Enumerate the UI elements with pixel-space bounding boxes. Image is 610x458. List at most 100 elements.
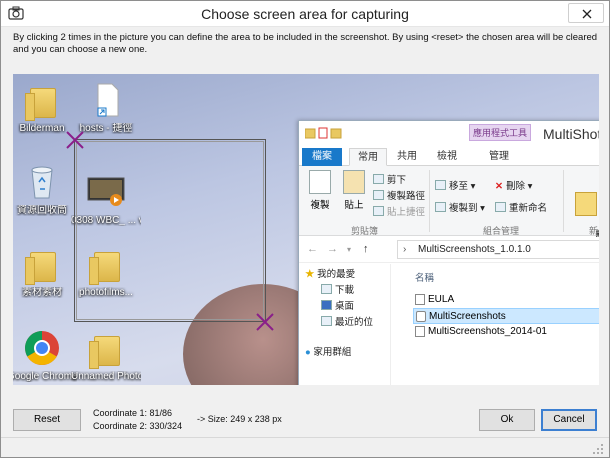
bottom-bar: Reset Coordinate 1: 81/86 Coordinate 2: …: [1, 399, 609, 437]
explorer-window-name: MultiShots: [543, 126, 599, 142]
close-button[interactable]: [568, 3, 604, 23]
nav-favorites[interactable]: ★ 我的最愛: [305, 266, 355, 280]
end-point-marker-icon: [256, 313, 274, 331]
screenshot-preview[interactable]: Bilderman hosts - 捷徑 資源回收筒 0308 WBC_ ...…: [13, 74, 599, 385]
copy-to-label: 複製到: [449, 203, 478, 214]
nav-label: 家用群組: [313, 347, 352, 358]
copy-to-icon: [435, 202, 446, 212]
ribbon-separator: [429, 170, 430, 232]
desktop-icon-chrome[interactable]: Google Chrome: [13, 328, 77, 382]
resize-grip-icon[interactable]: [592, 443, 604, 455]
up-icon[interactable]: ↑: [363, 243, 369, 255]
tab-share[interactable]: 共用: [389, 148, 425, 166]
file-row[interactable]: MultiScreenshots_2014-01: [413, 324, 599, 340]
move-to-icon: [435, 180, 446, 190]
ribbon-tab-bar: 檔案 常用 共用 檢視 管理: [299, 147, 599, 166]
start-point-marker-icon: [66, 131, 84, 149]
delete-button[interactable]: ✕ 刪除 ▾: [495, 178, 532, 192]
nav-homegroup[interactable]: ● 家用群組: [305, 344, 351, 358]
cut-button[interactable]: 剪下: [373, 172, 406, 186]
new-folder-icon: [575, 192, 597, 216]
nav-recent[interactable]: 最近的位: [321, 314, 373, 328]
breadcrumb-chevron-icon: ›: [403, 244, 407, 255]
desktop-icon: [321, 300, 332, 310]
copy-button[interactable]: 複製: [305, 170, 335, 211]
tab-file[interactable]: 檔案: [302, 148, 342, 166]
file-name: EULA: [428, 294, 455, 305]
coordinate-2: Coordinate 2: 330/324: [93, 421, 183, 431]
selection-rectangle-inner: [76, 141, 264, 320]
paste-icon: [343, 170, 365, 194]
folder-icon: [25, 252, 56, 285]
tab-home[interactable]: 常用: [349, 148, 387, 166]
desktop-icon-label: Google Chrome: [13, 371, 77, 382]
copy-label: 複製: [310, 200, 330, 211]
file-name: MultiScreenshots: [429, 311, 506, 322]
window-title: Choose screen area for capturing: [201, 6, 409, 22]
instructions-text: By clicking 2 times in the picture you c…: [13, 32, 598, 55]
forward-icon[interactable]: →: [327, 243, 338, 255]
document-icon: [415, 326, 425, 337]
rename-button[interactable]: 重新命名: [495, 200, 547, 214]
address-path: MultiScreenshots_1.0.1.0: [418, 244, 531, 255]
paste-shortcut-icon: [373, 206, 384, 216]
rename-icon: [495, 202, 506, 212]
close-icon: [582, 9, 592, 19]
scissors-icon: [373, 174, 384, 184]
delete-label: 刪除: [505, 181, 525, 192]
recent-locations-icon[interactable]: ▾: [347, 245, 351, 254]
desktop-icon-hosts[interactable]: hosts - 捷徑: [71, 80, 141, 134]
paste-shortcut-button[interactable]: 貼上捷徑: [373, 204, 425, 218]
back-icon[interactable]: ←: [307, 243, 318, 255]
copy-path-button[interactable]: 複製路徑: [373, 188, 425, 202]
nav-label: 下載: [335, 285, 355, 296]
camera-icon: [416, 311, 426, 322]
desktop-icon-material[interactable]: 素材素材: [13, 244, 77, 298]
folder-icon: [89, 336, 120, 369]
paste-button[interactable]: 貼上: [339, 170, 369, 211]
tab-manage[interactable]: 管理: [479, 148, 519, 166]
desktop-icon-unnamed[interactable]: Unnamed PhotoFilm...: [71, 328, 141, 382]
file-row[interactable]: EULA: [413, 292, 599, 308]
ribbon-separator: [563, 170, 564, 232]
context-tab-app-tools[interactable]: 應用程式工具: [469, 124, 531, 141]
group-new: 新: [589, 226, 599, 236]
document-icon: [415, 294, 425, 305]
column-header-name[interactable]: 名稱: [415, 270, 434, 284]
navigation-pane: ★ 我的最愛 下載 桌面 最近的位 ● 家用群組: [299, 264, 391, 385]
group-clipboard: 剪貼簿: [351, 226, 379, 236]
nav-desktop[interactable]: 桌面: [321, 298, 354, 312]
nav-downloads[interactable]: 下載: [321, 282, 354, 296]
folder-icon: [304, 127, 342, 139]
shortcut-file-icon: [97, 83, 119, 117]
quick-access-toolbar: [304, 127, 345, 142]
explorer-title-bar: 應用程式工具 MultiShots: [299, 121, 599, 147]
address-field[interactable]: › MultiScreenshots_1.0.1.0: [397, 240, 599, 259]
nav-label: 我的最愛: [317, 269, 356, 280]
recycle-bin-icon: [31, 166, 53, 199]
move-to-button[interactable]: 移至 ▾: [435, 178, 475, 192]
desktop-icon-bilderman[interactable]: Bilderman: [13, 80, 77, 134]
cut-label: 剪下: [387, 175, 407, 186]
file-row[interactable]: MultiScreenshots: [413, 308, 599, 324]
tab-view[interactable]: 檢視: [429, 148, 465, 166]
ok-button[interactable]: Ok: [479, 409, 535, 431]
capture-area-dialog: Choose screen area for capturing By clic…: [0, 0, 610, 458]
rename-label: 重新命名: [509, 203, 548, 214]
copy-icon: [309, 170, 331, 194]
copy-path-label: 複製路徑: [387, 191, 426, 202]
download-folder-icon: [321, 284, 332, 294]
folder-icon: [25, 88, 56, 121]
copy-to-button[interactable]: 複製到 ▾: [435, 200, 485, 214]
paste-label: 貼上: [344, 200, 364, 211]
reset-button[interactable]: Reset: [13, 409, 81, 431]
delete-icon: ✕: [495, 181, 503, 192]
desktop-icon-label: Unnamed PhotoFilm...: [71, 371, 141, 382]
status-strip: [1, 437, 609, 457]
desktop-icon-recycle-bin[interactable]: 資源回收筒: [13, 162, 77, 216]
cancel-button[interactable]: Cancel: [541, 409, 597, 431]
move-to-label: 移至: [449, 181, 469, 192]
desktop-icon-label: 素材素材: [22, 287, 62, 298]
coordinate-1: Coordinate 1: 81/86: [93, 408, 173, 418]
star-icon: ★: [305, 269, 315, 280]
